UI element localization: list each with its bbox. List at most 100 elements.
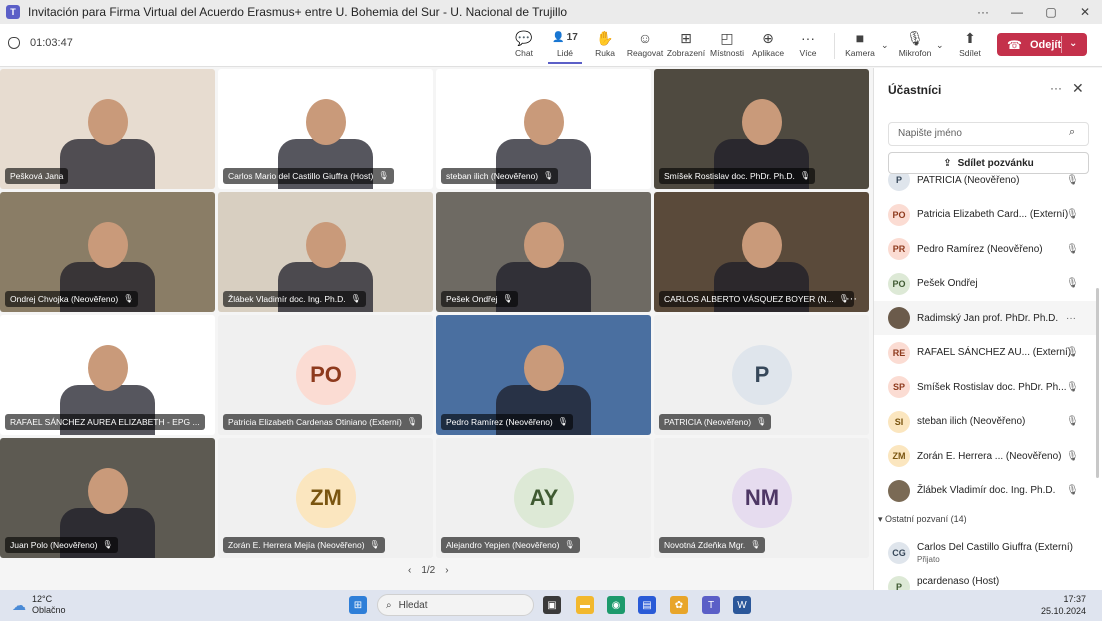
apps-label: Aplikace [751,48,785,58]
participant-name-tag: Juan Polo (Neověřeno) 🎙 [5,537,118,553]
invited-row[interactable]: CG Carlos Del Castillo Giuffra (Externí) P… [874,536,1096,570]
participant-search-input[interactable]: Napište jméno [888,122,1089,146]
participant-row[interactable]: RE RAFAEL SÁNCHEZ AU... (Externí) 🎙 [874,336,1096,370]
video-tile[interactable]: Carlos Mario del Castillo Giuffra (Host)… [218,69,433,189]
search-icon[interactable]: ⌕ [1069,126,1075,139]
next-page-button[interactable]: › [445,565,448,576]
video-tile[interactable]: NM Novotná Zdeňka Mgr. 🎙 [654,438,869,558]
edge-browser-icon[interactable]: ◉ [607,596,625,614]
participant-name: Juan Polo (Neověřeno) [10,540,98,550]
people-button[interactable]: 👤 17 Lidé [548,28,582,64]
teams-taskbar-icon[interactable]: T [702,596,720,614]
share-invite-button[interactable]: ⇪ Sdílet pozvánku [888,152,1089,174]
people-icon: 👤 17 [552,28,578,48]
video-tile[interactable]: ZM Zorán E. Herrera Mejía (Neověřeno) 🎙 [218,438,433,558]
app-icon[interactable]: ✿ [670,596,688,614]
participant-name: steban ilich (Neověřeno) [446,171,539,181]
maximize-button[interactable]: ▢ [1034,0,1068,24]
collapse-chevron-icon[interactable]: ▾ [878,514,885,524]
participant-more-icon[interactable]: ··· [1066,313,1076,324]
more-button[interactable]: ··· Více [797,28,819,64]
camera-options-chevron-icon[interactable]: ⌄ [881,40,889,51]
participant-row[interactable]: ZM Zorán E. Herrera ... (Neověřeno) 🎙 [874,439,1096,473]
tile-more-icon[interactable]: ··· [846,293,857,305]
participant-row[interactable]: Žlábek Vladimír doc. Ing. Ph.D. 🎙 [874,474,1096,508]
mic-icon: 🎙 [906,30,924,46]
video-tile[interactable]: steban ilich (Neověřeno) 🎙 [436,69,651,189]
file-explorer-icon[interactable]: ▬ [576,596,594,614]
system-clock[interactable]: 17:37 25.10.2024 [1041,593,1086,617]
video-tile[interactable]: Ondrej Chvojka (Neověřeno) 🎙 [0,192,215,312]
participant-row[interactable]: PO Pešek Ondřej 🎙 [874,267,1096,301]
video-tile[interactable]: Juan Polo (Neověřeno) 🎙 [0,438,215,558]
minimize-button[interactable]: — [1000,0,1034,24]
phone-hangup-icon: ☎ [1007,37,1022,52]
taskbar-search[interactable]: ⌕ Hledat [377,594,534,616]
mic-options-chevron-icon[interactable]: ⌄ [936,40,944,51]
task-view-icon[interactable]: ▣ [543,596,561,614]
participant-name-tag: Pešek Ondřej 🎙 [441,291,518,307]
muted-mic-icon: 🎙 [123,294,134,303]
video-tile[interactable]: Pešek Ondřej 🎙 [436,192,651,312]
camera-icon: ■ [855,30,865,46]
prev-page-button[interactable]: ‹ [408,565,411,576]
participant-avatar [888,479,910,502]
close-window-button[interactable]: ✕ [1068,0,1102,24]
meeting-timer: 01:03:47 [8,37,73,49]
participant-name: Alejandro Yepjen (Neověřeno) [446,540,560,550]
chat-button[interactable]: 💬 Chat [512,28,536,64]
participant-row[interactable]: PO Patricia Elizabeth Card... (Externí) 🎙 [874,198,1096,232]
clock-date: 25.10.2024 [1040,606,1086,616]
apps-button[interactable]: ⊕ Aplikace [752,28,784,64]
participant-avatar: AY [514,468,574,528]
video-tile[interactable]: RAFAEL SÁNCHEZ AUREA ELIZABETH - EPG ...… [0,315,215,435]
participant-name-tag: Carlos Mario del Castillo Giuffra (Host)… [223,168,394,184]
video-tile[interactable]: PO Patricia Elizabeth Cardenas Otiniano (… [218,315,433,435]
camera-button[interactable]: ■ Kamera [845,28,875,64]
participant-row[interactable]: P PATRICIA (Neověřeno) 🎙 [874,174,1096,197]
plus-icon: ⊕ [762,30,774,46]
muted-mic-icon: 🎙 [1066,209,1079,220]
participant-row[interactable]: SI steban ilich (Neověřeno) 🎙 [874,405,1096,439]
leave-button[interactable]: ☎ Odejít ⌄ [997,33,1087,56]
video-tile[interactable]: CARLOS ALBERTO VÁSQUEZ BOYER (N... 🎙 ··· [654,192,869,312]
video-tile[interactable]: Smíšek Rostislav doc. PhDr. Ph.D. 🎙 [654,69,869,189]
rooms-icon: ◰ [720,30,734,46]
microphone-button[interactable]: 🎙 Mikrofon [898,28,932,64]
video-tile[interactable]: P PATRICIA (Neověřeno) 🎙 [654,315,869,435]
store-icon[interactable]: ▤ [638,596,656,614]
participant-row[interactable]: SP Smíšek Rostislav doc. PhDr. Ph... 🎙 [874,370,1096,404]
participant-name-tag: Ondrej Chvojka (Neověřeno) 🎙 [5,291,139,307]
muted-mic-icon: 🎙 [1066,278,1079,289]
share-button[interactable]: ⬆ Sdílet [957,28,983,64]
more-options-icon[interactable]: ··· [966,0,1000,24]
participant-row[interactable]: Radimský Jan prof. PhDr. Ph.D. ··· [874,301,1096,335]
muted-mic-icon: 🎙 [350,294,361,303]
video-tile[interactable]: Žlábek Vladimír doc. Ing. Ph.D. 🎙 [218,192,433,312]
participant-avatar: SP [888,376,910,398]
participant-name: Pešková Jana [10,171,64,181]
leave-options-chevron-icon[interactable]: ⌄ [1069,38,1077,49]
react-button[interactable]: ☺ Reagovat [627,28,663,64]
raise-hand-button[interactable]: ✋ Ruka [593,28,617,64]
panel-more-icon[interactable]: ··· [1050,81,1062,95]
react-label: Reagovat [626,48,664,58]
windows-start-icon[interactable]: ⊞ [349,596,367,614]
video-tile[interactable]: Pešková Jana [0,69,215,189]
emoji-icon: ☺ [637,30,653,46]
video-tile[interactable]: AY Alejandro Yepjen (Neověřeno) 🎙 [436,438,651,558]
participant-name-tag: steban ilich (Neověřeno) 🎙 [441,168,559,184]
view-button[interactable]: ⊞ Zobrazení [667,28,705,64]
panel-scrollbar[interactable] [1096,288,1099,478]
close-panel-icon[interactable]: ✕ [1072,80,1084,97]
video-tile[interactable]: Pedro Ramírez (Neověřeno) 🎙 [436,315,651,435]
participant-avatar: ZM [296,468,356,528]
weather-widget[interactable]: ☁ 12°C Oblačno [12,594,66,616]
camera-label: Kamera [845,48,875,58]
rooms-button[interactable]: ◰ Místnosti [710,28,744,64]
muted-mic-icon: 🎙 [799,171,811,180]
participant-row[interactable]: PR Pedro Ramírez (Neověřeno) 🎙 [874,232,1096,266]
invited-section-header[interactable]: ▾ Ostatní pozvaní (14) [878,514,967,525]
word-icon[interactable]: W [733,596,751,614]
invited-row[interactable]: Ppcardenaso (Host) [874,570,1096,590]
